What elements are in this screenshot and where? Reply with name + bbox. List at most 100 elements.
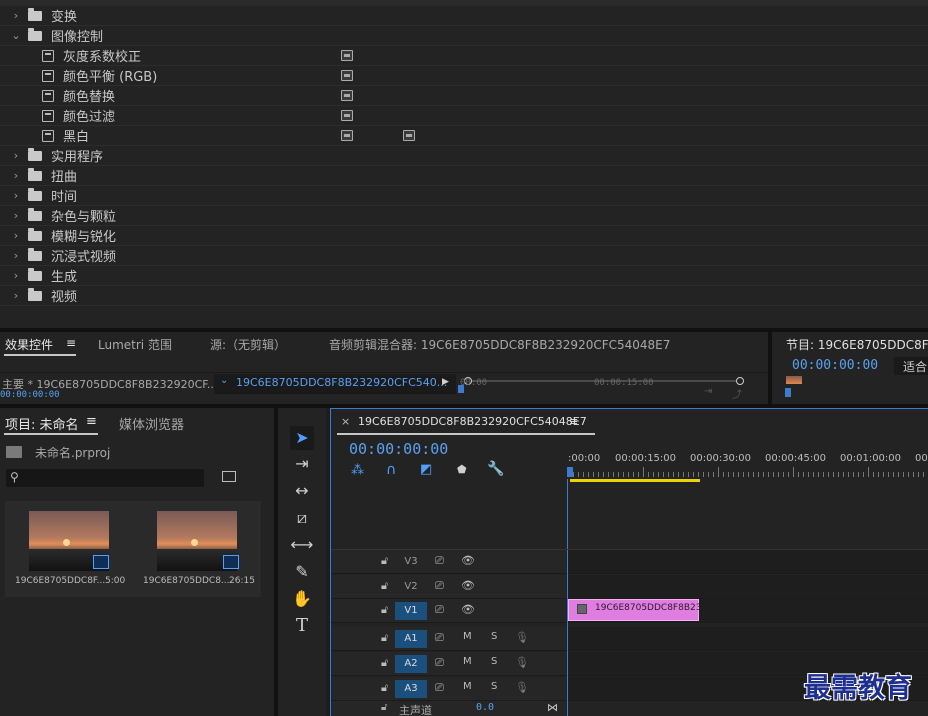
project-menu-icon[interactable]: ≡ (86, 414, 97, 429)
tab-audio-clip-mixer[interactable]: 音频剪辑混合器: 19C6E8705DDC8F8B232920CFC54048E… (329, 336, 670, 353)
effect-folder[interactable]: › 沉浸式视频 (0, 246, 928, 266)
tab-media-browser[interactable]: 媒体浏览器 (119, 414, 184, 433)
chevron-right-icon[interactable]: › (10, 229, 22, 242)
lock-icon[interactable]: 🔓︎ (381, 603, 388, 617)
project-item[interactable]: 19C6E8705DDC8F... 5:00 (5, 501, 133, 597)
eye-icon[interactable]: 👁︎ (461, 579, 475, 592)
panel-menu-icon[interactable]: ≡ (66, 336, 76, 350)
go-to-end-icon[interactable]: ⋈ (547, 701, 558, 714)
program-playhead[interactable] (785, 388, 791, 397)
ripple-edit-tool-icon[interactable]: ↔ (290, 479, 314, 503)
sync-lock-icon[interactable]: ⎚ (435, 603, 444, 617)
chevron-right-icon[interactable]: › (10, 189, 22, 202)
add-marker-icon[interactable]: ⬟ (457, 463, 467, 476)
mute-button[interactable]: M (463, 631, 472, 642)
play-arrow-icon[interactable]: ▶ (442, 377, 449, 387)
track-target-v3[interactable]: V3 (395, 553, 427, 571)
effect-folder[interactable]: › 实用程序 (0, 146, 928, 166)
work-area-bar[interactable] (570, 479, 700, 482)
solo-button[interactable]: S (491, 681, 497, 692)
track-lane[interactable] (568, 627, 928, 651)
lock-icon[interactable]: 🔓︎ (381, 554, 388, 568)
eye-icon[interactable]: 👁︎ (461, 603, 475, 616)
effect-folder[interactable]: › 杂色与颗粒 (0, 206, 928, 226)
effect-item[interactable]: 颜色替换 (0, 86, 928, 106)
chevron-down-icon[interactable]: ⌄ (10, 29, 22, 42)
mic-icon[interactable]: 🎙︎ (515, 681, 529, 694)
lock-icon[interactable]: 🔓︎ (381, 681, 388, 695)
sync-lock-icon[interactable]: ⎚ (435, 579, 444, 593)
sync-lock-icon[interactable]: ⎚ (435, 554, 444, 568)
chevron-right-icon[interactable]: › (10, 249, 22, 262)
time-ruler[interactable]: :00:00 00:00:15:00 00:00:30:00 00:00:45:… (567, 449, 928, 483)
pen-tool-icon[interactable]: ✎ (290, 560, 314, 584)
program-title[interactable]: 节目: 19C6E8705DDC8F8B2 (786, 336, 928, 353)
razor-tool-icon[interactable]: ⧄ (290, 506, 314, 530)
effect-item[interactable]: 灰度系数校正 (0, 46, 928, 66)
snap-magnet-icon[interactable]: ∩ (386, 462, 396, 478)
master-volume[interactable]: 0.0 (476, 702, 494, 713)
effect-item[interactable]: 颜色平衡 (RGB) (0, 66, 928, 86)
track-lane[interactable] (568, 575, 928, 599)
range-end-handle[interactable] (736, 377, 744, 385)
timeline-menu-icon[interactable]: ≡ (569, 415, 578, 428)
solo-button[interactable]: S (491, 631, 497, 642)
lock-icon[interactable]: 🔓︎ (381, 656, 388, 670)
close-icon[interactable]: × (341, 415, 350, 428)
sync-lock-icon[interactable]: ⎚ (435, 681, 444, 695)
chevron-right-icon[interactable]: › (10, 269, 22, 282)
export-icon[interactable]: ⤴ (732, 386, 742, 401)
eye-icon[interactable]: 👁︎ (461, 554, 475, 567)
effect-folder[interactable]: › 视频 (0, 286, 928, 306)
clip-selector[interactable]: ⌄ 19C6E8705DDC8F8B232920CFC540... (214, 374, 456, 394)
lock-icon[interactable]: 🔓︎ (381, 631, 388, 645)
sequence-tab[interactable]: 19C6E8705DDC8F8B232920CFC54048E7 (358, 415, 587, 428)
filter-icon[interactable]: ⇥ (704, 386, 712, 397)
mic-icon[interactable]: 🎙︎ (515, 631, 529, 644)
track-target-v1[interactable]: V1 (395, 602, 427, 620)
sync-lock-icon[interactable]: ⎚ (435, 656, 444, 670)
tab-project[interactable]: 项目: 未命名 (5, 414, 79, 433)
program-timecode[interactable]: 00:00:00:00 (792, 358, 878, 373)
mini-playhead[interactable] (458, 385, 464, 393)
effect-folder[interactable]: › 时间 (0, 186, 928, 206)
effect-item[interactable]: 颜色过滤 (0, 106, 928, 126)
effect-folder[interactable]: › 模糊与锐化 (0, 226, 928, 246)
track-target-a2[interactable]: A2 (395, 655, 427, 673)
chevron-right-icon[interactable]: › (10, 149, 22, 162)
mute-button[interactable]: M (463, 656, 472, 667)
sync-lock-icon[interactable]: ⎚ (435, 631, 444, 645)
chevron-right-icon[interactable]: › (10, 169, 22, 182)
selection-tool-icon[interactable]: ➤ (290, 426, 314, 450)
type-tool-icon[interactable]: T (290, 614, 314, 638)
chevron-right-icon[interactable]: › (10, 209, 22, 222)
track-target-a1[interactable]: A1 (395, 630, 427, 648)
timeline-timecode[interactable]: 00:00:00:00 (349, 440, 448, 458)
wrench-icon[interactable]: 🔧 (487, 461, 504, 477)
tab-source[interactable]: 源:（无剪辑） (210, 336, 286, 353)
chevron-right-icon[interactable]: › (10, 289, 22, 302)
linked-selection-icon[interactable]: ◩ (420, 462, 432, 477)
chevron-right-icon[interactable]: › (10, 9, 22, 22)
nest-icon[interactable]: ⁂ (351, 463, 364, 478)
timeline-playhead-handle[interactable] (567, 467, 573, 477)
effect-folder[interactable]: ⌄ 图像控制 (0, 26, 928, 46)
effect-controls-timecode[interactable]: 00:00:00:00 (0, 390, 60, 400)
mute-button[interactable]: M (463, 681, 472, 692)
track-select-tool-icon[interactable]: ⇥ (290, 452, 314, 476)
effect-folder[interactable]: › 生成 (0, 266, 928, 286)
fit-dropdown[interactable]: 适合 (894, 357, 928, 375)
effect-item[interactable]: 黑白 (0, 126, 928, 146)
project-item[interactable]: 19C6E8705DDC8... 26:15 (135, 501, 261, 597)
effect-folder[interactable]: › 变换 (0, 6, 928, 26)
lock-icon[interactable]: 🔓︎ (381, 579, 388, 593)
track-target-v2[interactable]: V2 (395, 578, 427, 596)
tab-effect-controls[interactable]: 效果控件 (5, 336, 53, 353)
effect-folder[interactable]: › 扭曲 (0, 166, 928, 186)
tab-lumetri-scopes[interactable]: Lumetri 范围 (98, 336, 172, 353)
video-clip[interactable]: 19C6E8705DDC8F8B23 (568, 599, 701, 621)
search-input[interactable]: ⚲ (6, 469, 204, 487)
new-bin-icon[interactable] (222, 471, 236, 482)
track-target-a3[interactable]: A3 (395, 680, 427, 698)
track-lane[interactable] (568, 550, 928, 574)
